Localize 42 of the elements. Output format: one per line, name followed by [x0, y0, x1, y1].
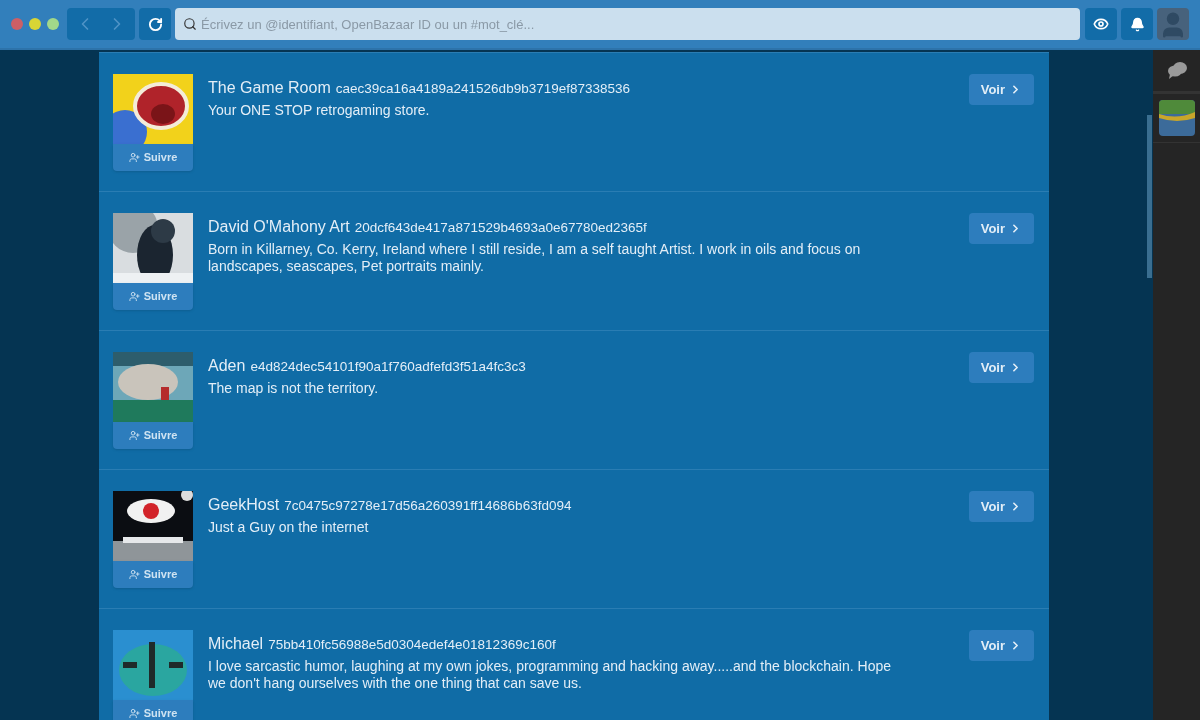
add-user-icon [128, 430, 140, 441]
store-id: 75bb410fc56988e5d0304edef4e01812369c160f [268, 636, 556, 654]
search-field[interactable]: Écrivez un @identifiant, OpenBazaar ID ou un #mot_clé... [175, 8, 1080, 40]
store-id: 20dcf643de417a871529b4693a0e67780ed2365f [354, 219, 647, 237]
store-id: 7c0475c97278e17d56a260391ff14686b63fd094 [284, 497, 572, 515]
refresh-icon [147, 16, 163, 32]
view-button[interactable]: Voir [968, 74, 1034, 105]
store-description: The map is not the territory. [208, 380, 380, 397]
add-user-icon [128, 152, 140, 163]
store-name: Aden [208, 356, 246, 376]
store-name: Michael [208, 634, 264, 654]
store-name: David O'Mahony Art [208, 217, 350, 237]
store-id: e4d824dec54101f90a1f760adfefd3f51a4fc3c3 [250, 358, 526, 376]
follow-button[interactable]: Suivre [113, 144, 193, 171]
view-button[interactable]: Voir [968, 352, 1034, 383]
minimize-window-icon[interactable] [29, 18, 41, 30]
follow-button[interactable]: Suivre [113, 561, 193, 588]
add-user-icon [128, 291, 140, 302]
follow-button[interactable]: Suivre [113, 422, 193, 449]
eye-button[interactable] [1085, 8, 1117, 40]
notifications-button[interactable] [1121, 8, 1153, 40]
bell-icon [1129, 16, 1145, 32]
search-icon [183, 17, 197, 31]
maximize-window-icon[interactable] [47, 18, 59, 30]
refresh-button[interactable] [139, 8, 171, 40]
chat-bubbles-icon[interactable] [1165, 60, 1188, 81]
store-description: Born in Killarney, Co. Kerry, Ireland where I still reside, I am a self taught Artist. I work in oils and focus on landscapes, seascapes, Pet portraits mainly. [208, 241, 862, 275]
view-button[interactable]: Voir [968, 213, 1034, 244]
add-user-icon [128, 569, 140, 580]
store-name: The Game Room [208, 78, 331, 98]
store-id: caec39ca16a4189a241526db9b3719ef87338536 [335, 80, 630, 98]
follow-button[interactable]: Suivre [113, 700, 193, 720]
store-description: Your ONE STOP retrogaming store. [208, 102, 431, 119]
view-button[interactable]: Voir [968, 491, 1034, 522]
follow-button[interactable]: Suivre [113, 283, 193, 310]
scrollbar-thumb[interactable] [1147, 115, 1152, 278]
eye-icon [1093, 16, 1109, 32]
store-description: I love sarcastic humor, laughing at my own jokes, programming and hacking away.....and the blockchain. Hope we don't hang ourselves with the one thing that can save us. [208, 658, 892, 692]
store-name: GeekHost [208, 495, 280, 515]
store-description: Just a Guy on the internet [208, 519, 370, 536]
add-user-icon [128, 708, 140, 719]
view-button[interactable]: Voir [968, 630, 1034, 661]
